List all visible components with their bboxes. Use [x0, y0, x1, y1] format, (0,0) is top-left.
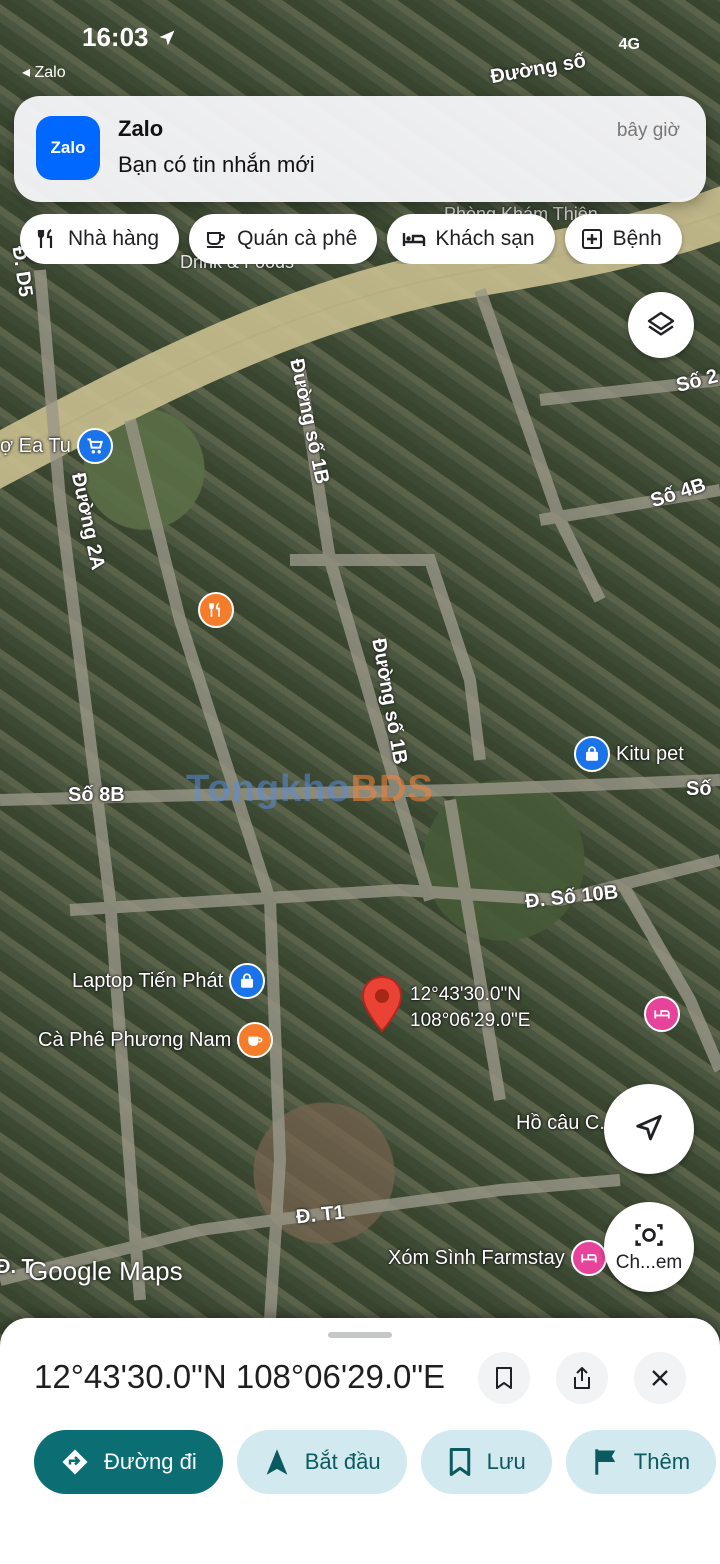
status-time: 16:03 — [82, 22, 177, 53]
start-button[interactable]: Bắt đầu — [236, 1430, 407, 1494]
hotel-icon — [644, 996, 680, 1032]
camera-search-icon — [635, 1224, 663, 1246]
action-label: Đường đi — [104, 1449, 197, 1474]
poi-kitu-pet[interactable]: Kitu pet — [574, 736, 684, 772]
poi-label: Xóm Sình Farmstay — [388, 1246, 565, 1269]
chip-coffee[interactable]: Quán cà phê — [189, 214, 378, 264]
layers-icon — [647, 311, 675, 336]
chip-restaurants[interactable]: Nhà hàng — [20, 214, 180, 264]
chip-label: Nhà hàng — [68, 227, 160, 250]
shopping-bag-icon — [229, 963, 266, 999]
poi-xom-sinh-farmstay[interactable]: Xóm Sình Farmstay — [388, 1240, 607, 1276]
lens-button[interactable]: Ch...em — [604, 1202, 694, 1292]
chip-hospital[interactable]: Bệnh — [564, 214, 682, 264]
flag-icon — [595, 1449, 616, 1475]
directions-icon — [62, 1449, 88, 1475]
poi-ca-phe-phuong-nam[interactable]: Cà Phê Phương Nam — [38, 1022, 274, 1058]
navigation-arrow-icon — [266, 1449, 288, 1475]
hotel-icon — [570, 1240, 607, 1276]
map-pin-icon[interactable] — [360, 975, 404, 1033]
poi-label: Cà Phê Phương Nam — [38, 1028, 232, 1051]
close-icon — [652, 1370, 668, 1386]
bookmark-icon — [449, 1448, 470, 1476]
chip-hotels[interactable]: Khách sạn — [387, 214, 555, 264]
notification-time: bây giờ — [616, 120, 680, 141]
category-chips: Nhà hàng Quán cà phê Khách sạn Bệnh — [20, 214, 720, 264]
back-to-app-link[interactable]: ◂ Zalo — [22, 62, 66, 82]
restaurant-icon — [34, 226, 60, 252]
save-icon-button[interactable] — [478, 1352, 530, 1404]
notification-app-name: Zalo — [118, 116, 164, 141]
notification-banner[interactable]: Zalo Zalo bây giờ Bạn có tin nhắn mới — [14, 96, 706, 202]
place-title: 12°43'30.0"N 108°06'29.0"E — [34, 1358, 446, 1395]
my-location-button[interactable] — [604, 1084, 694, 1174]
poi-laptop-tien-phat[interactable]: Laptop Tiến Phát — [72, 963, 266, 999]
action-label: Lưu — [486, 1449, 526, 1474]
poi-label: ợ Ea Tu — [0, 434, 71, 457]
more-button[interactable]: Thêm — [565, 1430, 717, 1494]
location-arrow-icon — [159, 30, 174, 45]
poi-label: Laptop Tiến Phát — [72, 969, 224, 992]
poi-hotel[interactable] — [644, 996, 680, 1032]
road-label: Số — [686, 778, 712, 800]
watermark: TongkhoBDS — [186, 768, 434, 810]
shopping-cart-icon — [76, 428, 113, 464]
poi-cho-ea-tu[interactable]: ợ Ea Tu — [0, 428, 113, 464]
poi-restaurant[interactable] — [198, 592, 234, 628]
shopping-bag-icon — [574, 736, 610, 772]
action-label: Thêm — [633, 1449, 691, 1474]
action-buttons: Đường đi Bắt đầu Lưu Thêm — [34, 1430, 720, 1494]
chip-label: Khách sạn — [435, 227, 535, 250]
zalo-app-icon: Zalo — [36, 116, 100, 180]
share-button[interactable] — [556, 1352, 608, 1404]
hotel-icon — [401, 226, 427, 252]
notification-message: Bạn có tin nhắn mới — [118, 152, 315, 177]
close-button[interactable] — [634, 1352, 686, 1404]
hospital-icon — [579, 226, 605, 252]
pin-coordinates-label: 12°43'30.0"N 108°06'29.0"E — [410, 984, 531, 1031]
layers-button[interactable] — [628, 292, 694, 358]
road-label: Số 8B — [68, 784, 125, 806]
status-network: 4G — [618, 36, 640, 53]
share-icon — [574, 1367, 590, 1389]
restaurant-icon — [198, 592, 234, 628]
chip-label: Quán cà phê — [237, 227, 358, 250]
poi-label: Kitu pet — [616, 742, 684, 765]
navigation-arrow-icon — [636, 1114, 662, 1141]
coffee-icon — [203, 226, 229, 252]
sheet-drag-handle[interactable] — [328, 1332, 392, 1338]
action-label: Bắt đầu — [304, 1449, 381, 1474]
coffee-icon — [237, 1022, 274, 1058]
lens-label: Ch...em — [615, 1252, 683, 1273]
save-button[interactable]: Lưu — [420, 1430, 552, 1494]
directions-button[interactable]: Đường đi — [34, 1430, 223, 1494]
place-bottom-sheet[interactable]: 12°43'30.0"N 108°06'29.0"E Đường đi Bắt … — [0, 1318, 720, 1564]
bookmark-icon — [496, 1367, 512, 1389]
chip-label: Bệnh — [612, 227, 662, 250]
google-maps-logo: Google Maps — [28, 1256, 183, 1286]
